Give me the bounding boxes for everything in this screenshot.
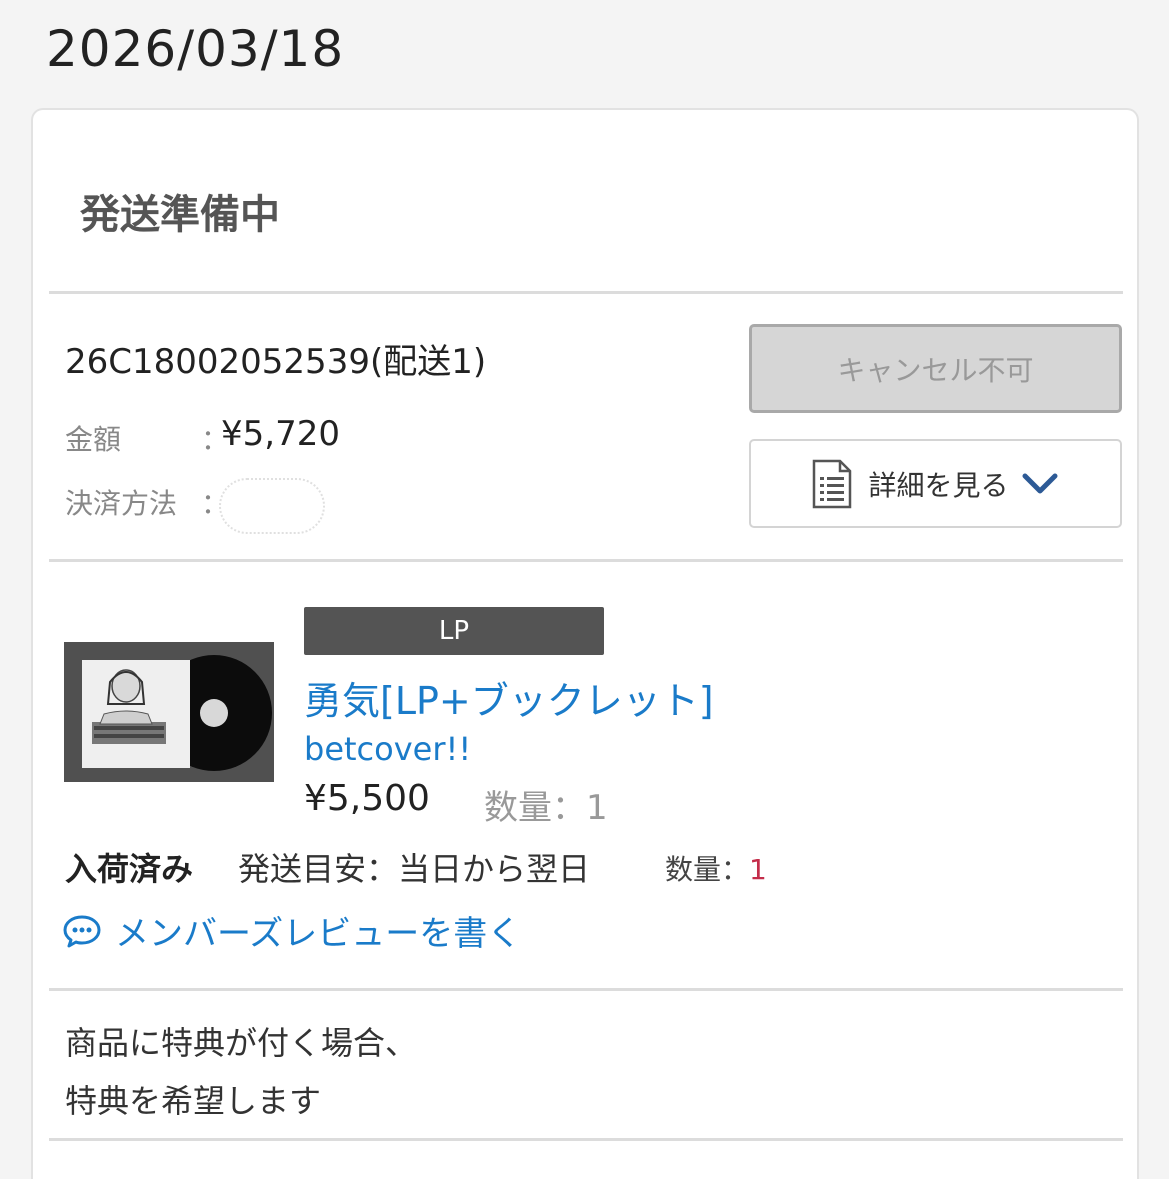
- product-title-link[interactable]: 勇気[LP+ブックレット]: [304, 670, 714, 725]
- divider: [49, 1138, 1123, 1141]
- view-details-button[interactable]: 詳細を見る: [749, 439, 1122, 528]
- shipment-quantity: 数量：1: [665, 848, 767, 888]
- stock-status: 入荷済み: [65, 850, 194, 888]
- product-price: ¥5,500: [304, 778, 430, 819]
- shipment-quantity-label: 数量：: [665, 853, 750, 886]
- order-date: 2026/03/18: [46, 20, 345, 78]
- write-review-label: メンバーズレビューを書く: [115, 914, 522, 954]
- format-badge: LP: [304, 607, 604, 655]
- order-number: 26C18002052539(配送1): [65, 342, 487, 382]
- bonus-note-line1: 商品に特典が付く場合、: [65, 1024, 418, 1062]
- order-card: 発送準備中 26C18002052539(配送1) 金額 ： ¥5,720 決済…: [31, 108, 1139, 1179]
- payment-label: 決済方法: [65, 487, 178, 520]
- divider: [49, 559, 1123, 562]
- chevron-down-icon: [1022, 473, 1057, 493]
- view-details-label: 詳細を見る: [868, 468, 1009, 502]
- divider: [49, 291, 1123, 294]
- divider: [49, 988, 1123, 991]
- bonus-note-line2: 特典を希望します: [65, 1082, 322, 1120]
- album-cover-art: [64, 642, 274, 782]
- shipment-quantity-value: 1: [749, 853, 767, 886]
- chat-bubble-icon: [63, 915, 101, 947]
- order-amount: ¥5,720: [221, 414, 340, 454]
- product-image[interactable]: [64, 642, 274, 782]
- artist-link[interactable]: betcover!!: [304, 730, 471, 768]
- bonus-preference-note: 商品に特典が付く場合、 特典を希望します: [65, 1014, 417, 1130]
- payment-method-masked: [219, 478, 325, 534]
- product-quantity: 数量：1: [484, 788, 608, 828]
- order-status: 発送準備中: [80, 192, 280, 238]
- write-review-link[interactable]: メンバーズレビューを書く: [63, 906, 521, 955]
- document-icon: [813, 459, 852, 508]
- amount-label: 金額: [65, 423, 122, 456]
- cancel-button-label: キャンセル不可: [837, 353, 1034, 387]
- shipping-estimate: 発送目安：当日から翌日: [238, 850, 591, 888]
- cancel-button[interactable]: キャンセル不可: [749, 324, 1122, 413]
